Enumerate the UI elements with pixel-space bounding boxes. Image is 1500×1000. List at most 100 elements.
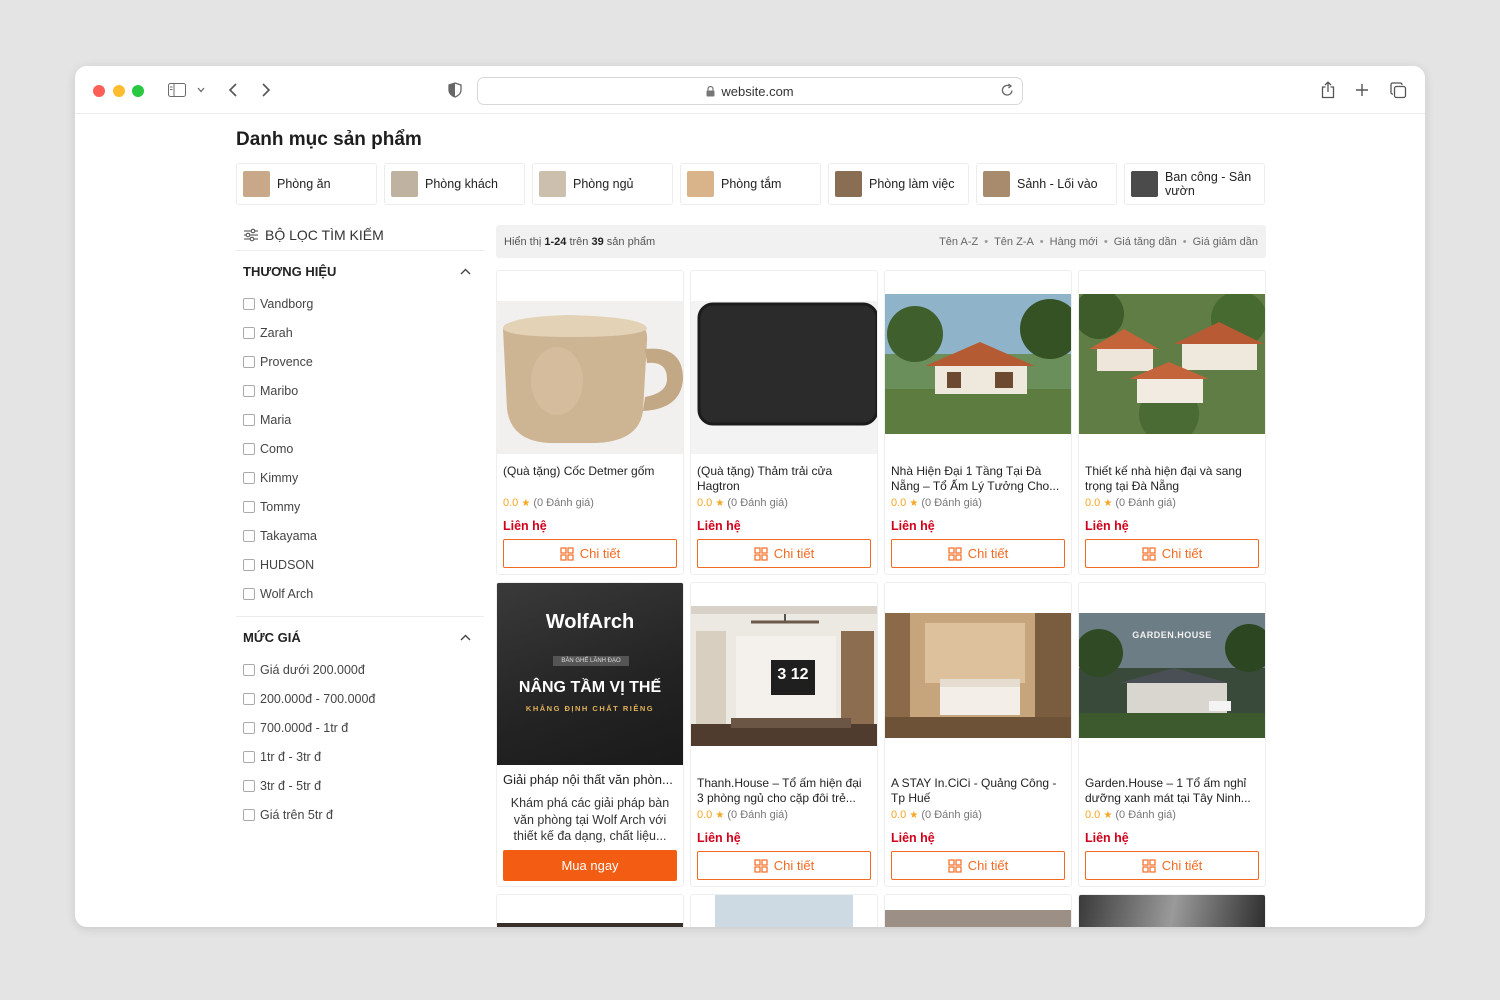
checkbox[interactable] xyxy=(243,355,255,368)
product-name[interactable]: Giải pháp nội thất văn phòn... xyxy=(503,773,677,788)
checkbox[interactable] xyxy=(243,326,255,339)
product-name[interactable]: Thanh.House – Tổ ấm hiện đại 3 phòng ngủ… xyxy=(697,776,871,805)
sort-option[interactable]: Giá tăng dần xyxy=(1114,236,1177,248)
brand-option[interactable]: Provence xyxy=(236,347,484,376)
detail-button[interactable]: Chi tiết xyxy=(503,539,677,568)
checkbox[interactable] xyxy=(243,721,255,734)
product-image[interactable]: 3 12 xyxy=(691,606,877,746)
new-tab-icon[interactable] xyxy=(1352,80,1372,100)
checkbox[interactable] xyxy=(243,587,255,600)
product-name[interactable]: Nhà Hiện Đại 1 Tầng Tại Đà Nẵng – Tổ Ấm … xyxy=(891,464,1065,493)
product-card[interactable]: 3 12 Thanh.House – Tổ ấm hiện đại 3 phòn… xyxy=(690,582,878,887)
brand-option[interactable]: Como xyxy=(236,434,484,463)
brand-option[interactable]: Vandborg xyxy=(236,289,484,318)
checkbox[interactable] xyxy=(243,384,255,397)
sort-option[interactable]: Giá giảm dần xyxy=(1193,236,1258,248)
product-card[interactable]: Thiết kế nhà hiện đại và sang trọng tại … xyxy=(1078,270,1266,575)
brand-option[interactable]: Zarah xyxy=(236,318,484,347)
sidebar-toggle-icon[interactable] xyxy=(167,80,187,100)
reload-icon[interactable] xyxy=(1001,83,1014,100)
checkbox[interactable] xyxy=(243,297,255,310)
category-item[interactable]: Phòng ngủ xyxy=(532,163,673,205)
checkbox[interactable] xyxy=(243,779,255,792)
category-item[interactable]: Phòng tắm xyxy=(680,163,821,205)
checkbox[interactable] xyxy=(243,692,255,705)
category-item[interactable]: Phòng khách xyxy=(384,163,525,205)
product-card[interactable]: (Quà tặng) Thảm trải cửa Hagtron 0.0 ★ (… xyxy=(690,270,878,575)
product-card[interactable]: Nhà Hiện Đại 1 Tầng Tại Đà Nẵng – Tổ Ấm … xyxy=(884,270,1072,575)
checkbox[interactable] xyxy=(243,442,255,455)
detail-button[interactable]: Chi tiết xyxy=(697,851,871,880)
product-image[interactable] xyxy=(885,910,1071,927)
category-item[interactable]: Sảnh - Lối vào xyxy=(976,163,1117,205)
price-option[interactable]: 200.000đ - 700.000đ xyxy=(236,684,484,713)
brand-option[interactable]: Takayama xyxy=(236,521,484,550)
back-icon[interactable] xyxy=(223,80,243,100)
brand-group-header[interactable]: THƯƠNG HIỆU xyxy=(236,253,484,289)
product-image[interactable] xyxy=(691,301,877,454)
chevron-down-icon[interactable] xyxy=(191,80,211,100)
checkbox[interactable] xyxy=(243,750,255,763)
checkbox[interactable] xyxy=(243,558,255,571)
chevron-up-icon[interactable] xyxy=(460,634,471,641)
brand-option[interactable]: HUDSON xyxy=(236,550,484,579)
checkbox[interactable] xyxy=(243,808,255,821)
product-card[interactable] xyxy=(690,894,878,927)
product-image[interactable] xyxy=(497,923,683,927)
address-bar[interactable]: website.com xyxy=(477,77,1023,105)
checkbox[interactable] xyxy=(243,471,255,484)
checkbox[interactable] xyxy=(243,413,255,426)
minimize-window-button[interactable] xyxy=(113,85,125,97)
product-name[interactable]: A STAY In.CiCi - Quảng Công - Tp Huế xyxy=(891,776,1065,805)
share-icon[interactable] xyxy=(1318,80,1338,100)
price-option[interactable]: 3tr đ - 5tr đ xyxy=(236,771,484,800)
detail-button[interactable]: Chi tiết xyxy=(891,851,1065,880)
product-image[interactable] xyxy=(715,895,853,927)
product-image[interactable] xyxy=(885,613,1071,738)
product-image[interactable] xyxy=(497,301,683,454)
product-banner[interactable]: WolfArch BÀN GHẾ LÃNH ĐẠO NÂNG TẦM VỊ TH… xyxy=(497,583,683,765)
buy-now-button[interactable]: Mua ngay xyxy=(503,850,677,881)
forward-icon[interactable] xyxy=(256,80,276,100)
detail-button[interactable]: Chi tiết xyxy=(1085,539,1259,568)
shield-icon[interactable] xyxy=(445,80,465,100)
product-image[interactable] xyxy=(1079,294,1265,434)
brand-option[interactable]: Kimmy xyxy=(236,463,484,492)
product-name[interactable]: (Quà tặng) Thảm trải cửa Hagtron xyxy=(697,464,871,493)
product-card[interactable]: (Quà tặng) Cốc Detmer gốm 0.0 ★ (0 Đánh … xyxy=(496,270,684,575)
category-item[interactable]: Phòng làm việc xyxy=(828,163,969,205)
product-name[interactable]: Thiết kế nhà hiện đại và sang trọng tại … xyxy=(1085,464,1259,493)
product-image[interactable] xyxy=(885,294,1071,434)
brand-option[interactable]: Wolf Arch xyxy=(236,579,484,608)
checkbox[interactable] xyxy=(243,500,255,513)
checkbox[interactable] xyxy=(243,529,255,542)
detail-button[interactable]: Chi tiết xyxy=(891,539,1065,568)
price-option[interactable]: Giá dưới 200.000đ xyxy=(236,655,484,684)
product-image[interactable] xyxy=(1079,895,1265,927)
maximize-window-button[interactable] xyxy=(132,85,144,97)
checkbox[interactable] xyxy=(243,663,255,676)
brand-option[interactable]: Tommy xyxy=(236,492,484,521)
sort-option[interactable]: Hàng mới xyxy=(1050,236,1098,248)
detail-button[interactable]: Chi tiết xyxy=(697,539,871,568)
chevron-up-icon[interactable] xyxy=(460,268,471,275)
category-item[interactable]: Ban công - Sân vườn xyxy=(1124,163,1265,205)
product-name[interactable]: Garden.House – 1 Tổ ấm nghỉ dưỡng xanh m… xyxy=(1085,776,1259,805)
product-card[interactable]: GARDEN.HOUSE Garden.House – 1 Tổ ấm nghỉ… xyxy=(1078,582,1266,887)
product-name[interactable]: (Quà tặng) Cốc Detmer gốm xyxy=(503,464,677,479)
product-card[interactable] xyxy=(1078,894,1266,927)
sort-option[interactable]: Tên A-Z xyxy=(939,236,978,248)
price-option[interactable]: 700.000đ - 1tr đ xyxy=(236,713,484,742)
close-window-button[interactable] xyxy=(93,85,105,97)
price-option[interactable]: Giá trên 5tr đ xyxy=(236,800,484,829)
product-card[interactable] xyxy=(496,894,684,927)
brand-option[interactable]: Maria xyxy=(236,405,484,434)
sort-option[interactable]: Tên Z-A xyxy=(994,236,1034,248)
product-image[interactable]: GARDEN.HOUSE xyxy=(1079,613,1265,738)
detail-button[interactable]: Chi tiết xyxy=(1085,851,1259,880)
product-card[interactable]: A STAY In.CiCi - Quảng Công - Tp Huế 0.0… xyxy=(884,582,1072,887)
product-card[interactable] xyxy=(884,894,1072,927)
brand-option[interactable]: Maribo xyxy=(236,376,484,405)
price-group-header[interactable]: MỨC GIÁ xyxy=(236,619,484,655)
product-card[interactable]: WolfArch BÀN GHẾ LÃNH ĐẠO NÂNG TẦM VỊ TH… xyxy=(496,582,684,887)
